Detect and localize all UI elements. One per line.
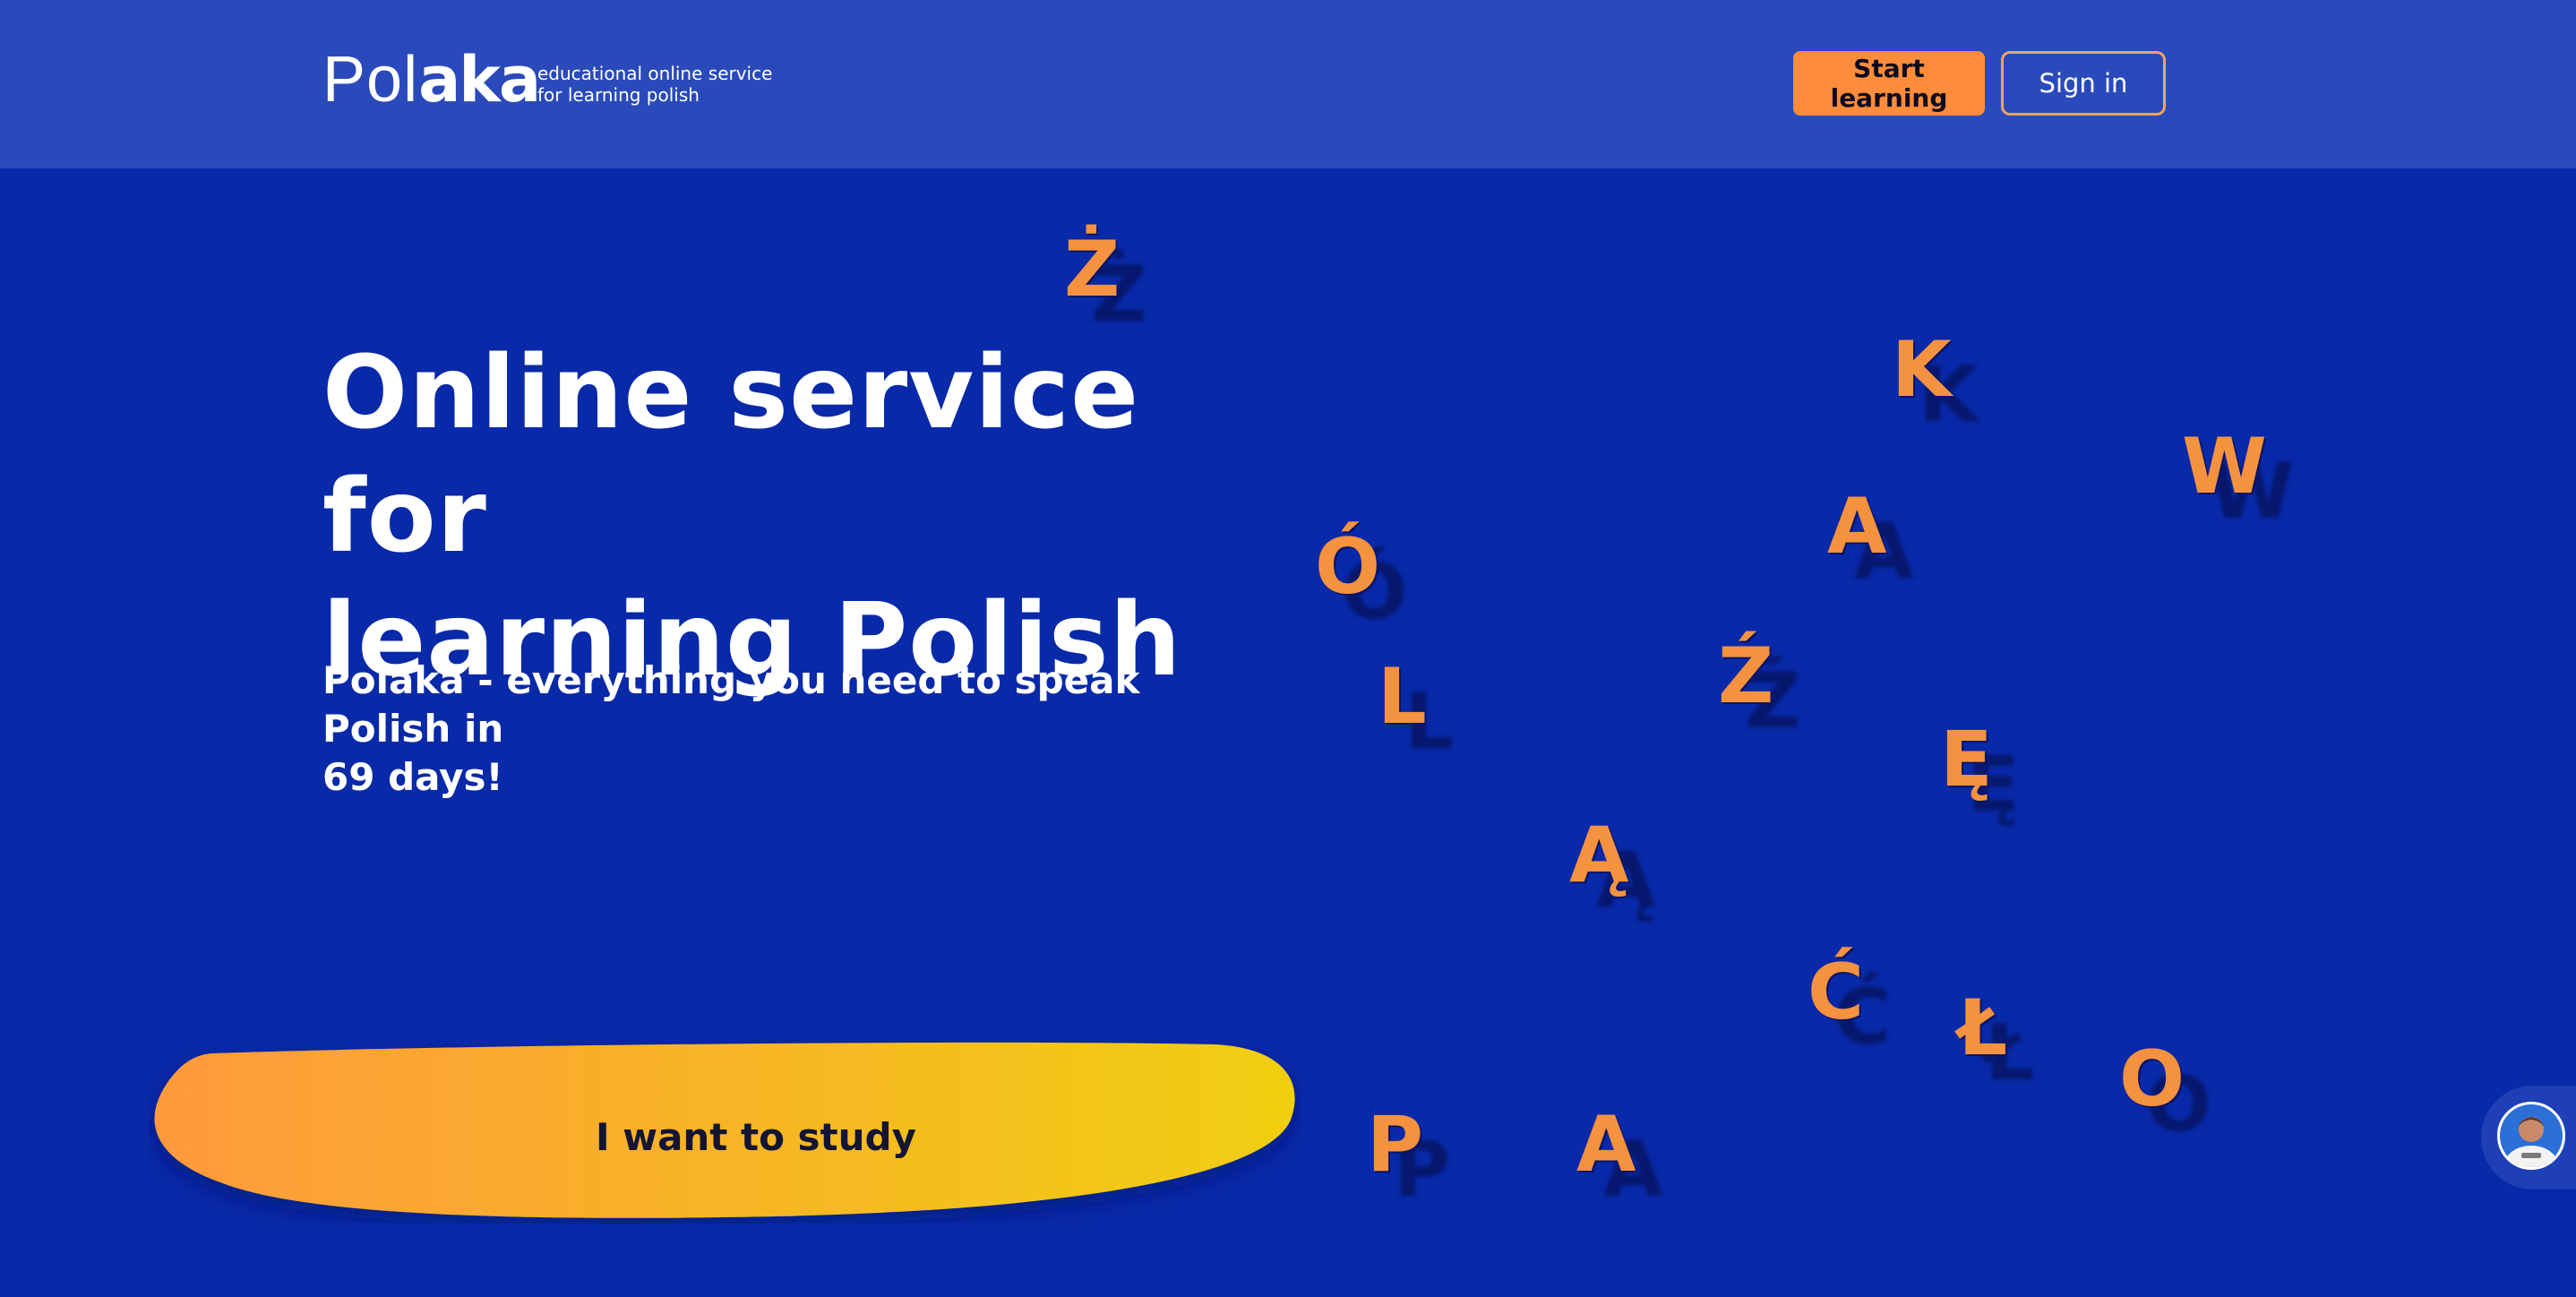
letter-p-glyph: P xyxy=(1367,1100,1424,1190)
logo-text-bold: aka xyxy=(418,43,541,116)
letter-p: P P xyxy=(1367,1106,1450,1208)
sign-in-button[interactable]: Sign in xyxy=(2001,51,2166,116)
letter-a-ogonek: Ą Ą xyxy=(1569,817,1656,919)
letter-o-acute: Ó Ó xyxy=(1315,528,1407,631)
letter-o-acute-glyph: Ó xyxy=(1315,522,1381,612)
letter-e-ogonek: Ę Ę xyxy=(1940,721,2020,823)
tagline-line-2: for learning polish xyxy=(537,84,700,106)
letter-c-acute-glyph: Ć xyxy=(1807,948,1865,1037)
letter-z-dot-glyph: Ż xyxy=(1064,225,1121,314)
letter-z-acute: Ź Ź xyxy=(1718,638,1800,740)
letter-a-1: A A xyxy=(1827,488,1914,590)
letter-w-glyph: W xyxy=(2182,422,2267,511)
letter-l-stroke: Ł Ł xyxy=(1958,990,2034,1092)
letter-e-ogonek-glyph: Ę xyxy=(1940,715,1993,804)
logo-text-thin: Pol xyxy=(322,44,419,116)
letter-z-acute-glyph: Ź xyxy=(1718,631,1774,721)
hero-title: Online service for learning Polish xyxy=(322,331,1218,702)
letter-a-2-glyph: A xyxy=(1576,1100,1636,1190)
letter-l: L L xyxy=(1378,658,1454,760)
letter-a-1-glyph: A xyxy=(1827,482,1887,571)
hero-title-line-1: Online service for xyxy=(322,335,1140,575)
letter-o-glyph: O xyxy=(2119,1035,2185,1124)
site-header: Pol aka educational online service for l… xyxy=(0,0,2576,168)
letter-w: W W xyxy=(2182,428,2294,530)
tagline-line-1: educational online service xyxy=(537,63,773,84)
letter-l-stroke-glyph: Ł xyxy=(1958,983,2008,1073)
hero-subtitle-line-1: Polaka - everything you need to speak Po… xyxy=(322,658,1140,751)
letter-l-glyph: L xyxy=(1378,652,1427,742)
letter-o: O O xyxy=(2119,1041,2211,1143)
letter-z-dot: Ż Ż xyxy=(1064,231,1146,333)
support-avatar-icon[interactable] xyxy=(2497,1102,2565,1170)
hero-subtitle-line-2: 69 days! xyxy=(322,755,503,799)
letter-a-2: A A xyxy=(1576,1106,1663,1208)
letter-k-glyph: K xyxy=(1892,325,1952,415)
letter-k: K K xyxy=(1892,331,1979,434)
site-tagline: educational online service for learning … xyxy=(537,63,824,106)
study-cta-button[interactable]: I want to study xyxy=(149,1039,1301,1224)
letter-c-acute: Ć Ć xyxy=(1807,954,1891,1056)
avatar-illustration xyxy=(2500,1104,2563,1167)
hero-subtitle: Polaka - everything you need to speak Po… xyxy=(322,657,1200,802)
start-learning-button[interactable]: Start learning xyxy=(1793,51,1985,116)
letter-a-ogonek-glyph: Ą xyxy=(1569,811,1629,900)
cta-label[interactable]: I want to study xyxy=(149,1039,1301,1224)
polaka-logo[interactable]: Pol aka xyxy=(322,43,541,116)
